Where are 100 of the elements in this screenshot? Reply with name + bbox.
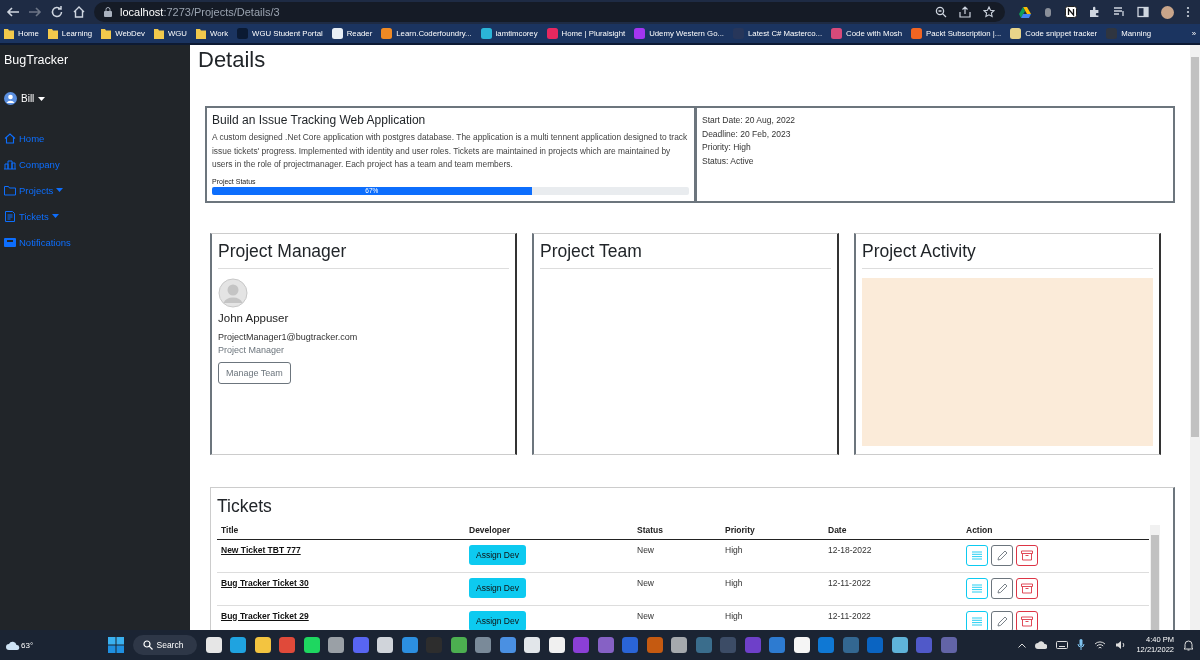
brand-name: BugTracker xyxy=(4,53,70,67)
card-title: Project Team xyxy=(540,237,831,269)
microphone-icon[interactable] xyxy=(1077,639,1086,651)
archive-button[interactable] xyxy=(1016,610,1038,630)
table-cell: New xyxy=(637,610,654,621)
card-title: Project Manager xyxy=(218,237,509,269)
wifi-icon[interactable] xyxy=(1094,640,1107,650)
archive-icon xyxy=(1021,549,1033,561)
manager-role: Project Manager xyxy=(218,344,286,355)
app-icon[interactable] xyxy=(303,637,320,653)
assign-dev-button[interactable]: Assign Dev xyxy=(469,610,526,630)
archive-button[interactable] xyxy=(1016,544,1038,566)
table-cell: High xyxy=(725,610,743,621)
profile-avatar[interactable] xyxy=(1161,5,1174,19)
table-cell: 12-11-2022 xyxy=(828,577,871,588)
list-icon xyxy=(972,583,982,593)
column-header: Date xyxy=(824,524,962,539)
table-cell: 12-11-2022 xyxy=(828,610,871,621)
project-info-line: Start Date: 20 Aug, 2022 xyxy=(702,114,797,127)
table-cell: 12-18-2022 xyxy=(828,544,872,555)
sidebar-item[interactable]: Projects xyxy=(4,177,64,203)
project-info-line: Status: Active xyxy=(702,154,755,168)
app-icon[interactable] xyxy=(524,637,541,653)
card-title: Project Activity xyxy=(862,237,1153,269)
edit-button[interactable] xyxy=(991,610,1013,630)
archive-button[interactable] xyxy=(1016,577,1038,599)
keyboard-icon[interactable] xyxy=(1056,641,1069,649)
manager-name: John Appuser xyxy=(218,311,290,324)
home-icon[interactable] xyxy=(72,5,86,19)
star-icon[interactable] xyxy=(983,6,995,18)
ticket-link[interactable]: Bug Tracker Ticket 30 xyxy=(221,577,309,588)
app-icon[interactable] xyxy=(793,637,810,653)
forward-icon[interactable] xyxy=(28,5,42,19)
ticket-link[interactable]: New Ticket TBT 777 xyxy=(221,544,301,555)
app-icon[interactable] xyxy=(205,637,222,653)
page-heading: Details xyxy=(198,47,267,73)
document-icon xyxy=(4,210,16,222)
table-cell: High xyxy=(725,544,743,555)
ticket-link[interactable]: Bug Tracker Ticket 29 xyxy=(221,610,309,621)
puzzle-icon[interactable] xyxy=(1089,6,1101,18)
manage-team-button[interactable]: Manage Team xyxy=(218,361,291,384)
sidebar-item[interactable]: Tickets xyxy=(4,203,59,229)
cloud-icon[interactable] xyxy=(1035,641,1048,649)
scrollbar[interactable] xyxy=(1190,45,1200,630)
building-icon xyxy=(4,158,16,170)
list-icon xyxy=(972,616,982,626)
chevron-icon[interactable] xyxy=(1018,642,1027,648)
edit-button[interactable] xyxy=(991,577,1013,599)
sidebar-item[interactable]: Company xyxy=(4,151,60,177)
lock-icon xyxy=(104,7,112,17)
side-panel-icon[interactable] xyxy=(1137,6,1149,18)
list-icon xyxy=(972,550,982,560)
archive-icon xyxy=(1021,582,1033,594)
search-field[interactable]: Search xyxy=(132,635,198,655)
project-description: A custom designed .Net Core application with postgres database. The application is a multi tennent application designed to track issue tickets' progress. Implemented with identity and user roles. Tickets are maintained in projects which are maintained by users in the role of projectmanager. Each project has a team and team members. xyxy=(212,131,689,171)
drive-icon[interactable] xyxy=(1019,6,1031,18)
notion-icon[interactable] xyxy=(1065,6,1077,18)
inbox-icon xyxy=(4,236,16,248)
column-header: Priority xyxy=(721,524,824,539)
reload-icon[interactable] xyxy=(50,5,64,19)
back-icon[interactable] xyxy=(6,5,20,19)
extension-icon[interactable] xyxy=(1043,6,1053,18)
bell-icon[interactable] xyxy=(1183,639,1194,651)
app-icon[interactable] xyxy=(671,637,688,653)
app-icon[interactable] xyxy=(254,637,271,653)
zoom-icon[interactable] xyxy=(935,6,947,18)
edit-button[interactable] xyxy=(991,544,1013,566)
user-icon xyxy=(4,92,17,105)
assign-dev-button[interactable]: Assign Dev xyxy=(469,544,526,565)
column-header: Developer xyxy=(465,524,633,539)
table-cell: New xyxy=(637,577,654,588)
manager-email: ProjectManager1@bugtracker.com xyxy=(218,331,359,342)
pencil-icon xyxy=(996,582,1008,594)
share-icon[interactable] xyxy=(959,6,971,18)
project-info-line: Priority: High xyxy=(702,141,752,154)
app-icon[interactable] xyxy=(377,637,394,653)
app-icon[interactable] xyxy=(548,637,565,653)
project-title: Build an Issue Tracking Web Application xyxy=(212,113,427,127)
table-cell: New xyxy=(637,544,654,555)
caret-icon xyxy=(38,96,46,101)
avatar-icon xyxy=(218,277,248,308)
more-icon[interactable] xyxy=(1186,6,1190,18)
project-info-line: Deadline: 20 Feb, 2023 xyxy=(702,127,792,141)
column-header: Status xyxy=(633,524,721,539)
app-icon[interactable] xyxy=(328,637,345,653)
column-header: Action xyxy=(962,524,1149,539)
pencil-icon xyxy=(996,549,1008,561)
user-menu[interactable]: Bill xyxy=(4,92,46,105)
assign-dev-button[interactable]: Assign Dev xyxy=(469,577,526,598)
temperature: 63° xyxy=(21,640,34,650)
playlist-icon[interactable] xyxy=(1113,6,1125,18)
column-header: Title xyxy=(217,524,465,539)
sidebar-item[interactable]: Home xyxy=(4,125,45,151)
app-icon[interactable] xyxy=(891,637,908,653)
search-icon xyxy=(142,640,153,650)
address-bar[interactable]: localhost:7273/Projects/Details/3 xyxy=(94,2,1005,22)
windows-icon[interactable] xyxy=(108,637,124,653)
app-icon[interactable] xyxy=(450,637,467,653)
card-title: Tickets xyxy=(217,494,273,518)
scrollbar[interactable] xyxy=(1150,524,1160,630)
